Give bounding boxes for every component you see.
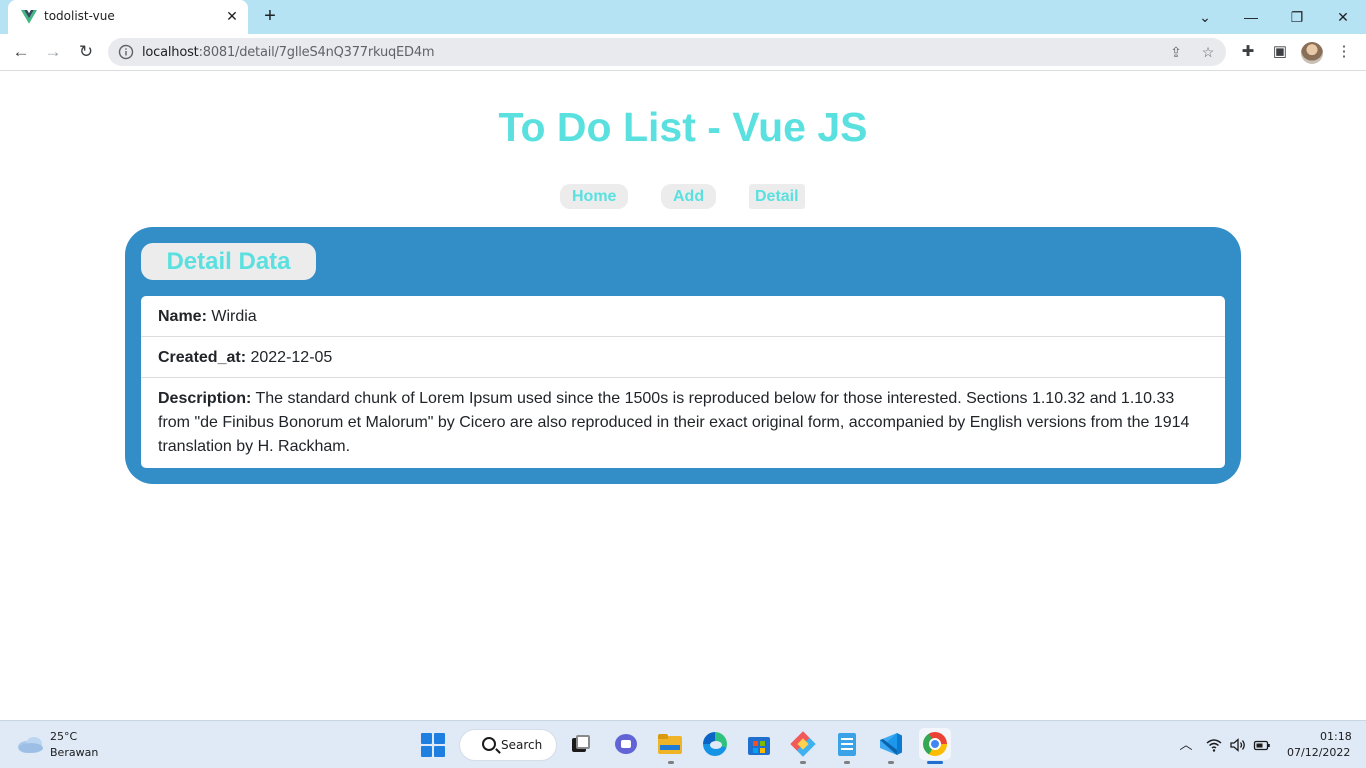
vscode-icon[interactable] [877,730,905,758]
snipping-tool-icon[interactable] [789,730,817,758]
windows-start-icon[interactable] [421,733,445,757]
tab-search-chevron-down-icon[interactable]: ⌄ [1194,6,1216,28]
weather-condition: Berawan [50,746,99,759]
field-label: Created_at: [158,349,247,366]
running-indicator [888,761,894,764]
field-value: 2022-12-05 [250,349,333,366]
nav-home-link[interactable]: Home [560,184,629,209]
minimize-icon[interactable]: — [1240,6,1262,28]
clock-time[interactable]: 01:18 [1320,730,1352,743]
profile-avatar[interactable] [1301,42,1323,64]
nav-add-link[interactable]: Add [661,184,717,209]
field-label: Name: [158,308,207,325]
url-host: localhost [142,45,199,60]
teams-chat-icon[interactable] [612,730,640,758]
url-text[interactable]: localhost:8081/detail/7glleS4nQ377rkuqED… [142,45,435,60]
vue-favicon-icon [21,10,37,24]
store-icon[interactable] [745,730,773,758]
task-view-icon[interactable] [567,730,595,758]
cloud-weather-icon[interactable] [16,733,46,755]
tab-close-icon[interactable]: ✕ [224,8,240,24]
file-explorer-icon[interactable] [656,730,684,758]
volume-icon[interactable] [1229,736,1247,754]
nav-detail-link[interactable]: Detail [749,184,805,209]
extensions-icon[interactable]: ✚ [1238,42,1258,62]
running-indicator [800,761,806,764]
detail-row-created-at: Created_at: 2022-12-05 [141,337,1225,378]
browser-tab-strip: todolist-vue ✕ + ⌄ — ❐ ✕ [0,0,1366,34]
detail-card: Detail Data Name: Wirdia Created_at: 202… [125,227,1241,484]
running-indicator [668,761,674,764]
edge-browser-icon[interactable] [701,730,729,758]
close-window-icon[interactable]: ✕ [1332,6,1354,28]
running-indicator [844,761,850,764]
detail-row-name: Name: Wirdia [141,296,1225,337]
clock-date[interactable]: 07/12/2022 [1287,746,1350,759]
new-tab-button[interactable]: + [260,6,280,26]
field-value: Wirdia [211,308,257,325]
address-bar[interactable]: localhost:8081/detail/7glleS4nQ377rkuqED… [108,38,1226,66]
restore-icon[interactable]: ❐ [1286,6,1308,28]
running-indicator [927,761,943,764]
sidepanel-icon[interactable]: ▣ [1270,42,1290,62]
url-path: :8081/detail/7glleS4nQ377rkuqED4m [198,45,435,60]
field-label: Description: [158,390,252,407]
browser-tab[interactable]: todolist-vue ✕ [8,0,248,34]
chrome-icon[interactable] [919,728,951,760]
detail-card-title: Detail Data [141,243,316,280]
reload-icon[interactable]: ↻ [75,41,97,63]
weather-temperature: 25°C [50,730,78,743]
search-label: Search [501,738,543,752]
wifi-icon[interactable] [1205,736,1223,754]
detail-row-description: Description: The standard chunk of Lorem… [141,378,1225,468]
search-icon [482,737,496,751]
info-icon[interactable] [118,44,134,60]
back-icon[interactable]: ← [10,41,32,63]
menu-icon[interactable]: ⋮ [1334,42,1354,62]
taskbar-search-box[interactable]: Search [459,729,557,761]
field-value: The standard chunk of Lorem Ipsum used s… [158,390,1190,455]
battery-icon[interactable] [1253,736,1271,754]
browser-toolbar: ← → ↻ localhost:8081/detail/7glleS4nQ377… [0,34,1366,71]
forward-icon[interactable]: → [42,41,64,63]
notepad-icon[interactable] [833,730,861,758]
chevron-up-icon[interactable]: ︿ [1177,736,1195,754]
windows-taskbar: 25°C Berawan Search ︿ 01:18 07/12/2022 [0,720,1366,768]
share-icon[interactable]: ⇪ [1167,43,1185,61]
detail-list: Name: Wirdia Created_at: 2022-12-05 Desc… [141,296,1225,468]
tab-title: todolist-vue [44,9,115,23]
page-title: To Do List - Vue JS [498,104,868,150]
star-icon[interactable]: ☆ [1199,43,1217,61]
